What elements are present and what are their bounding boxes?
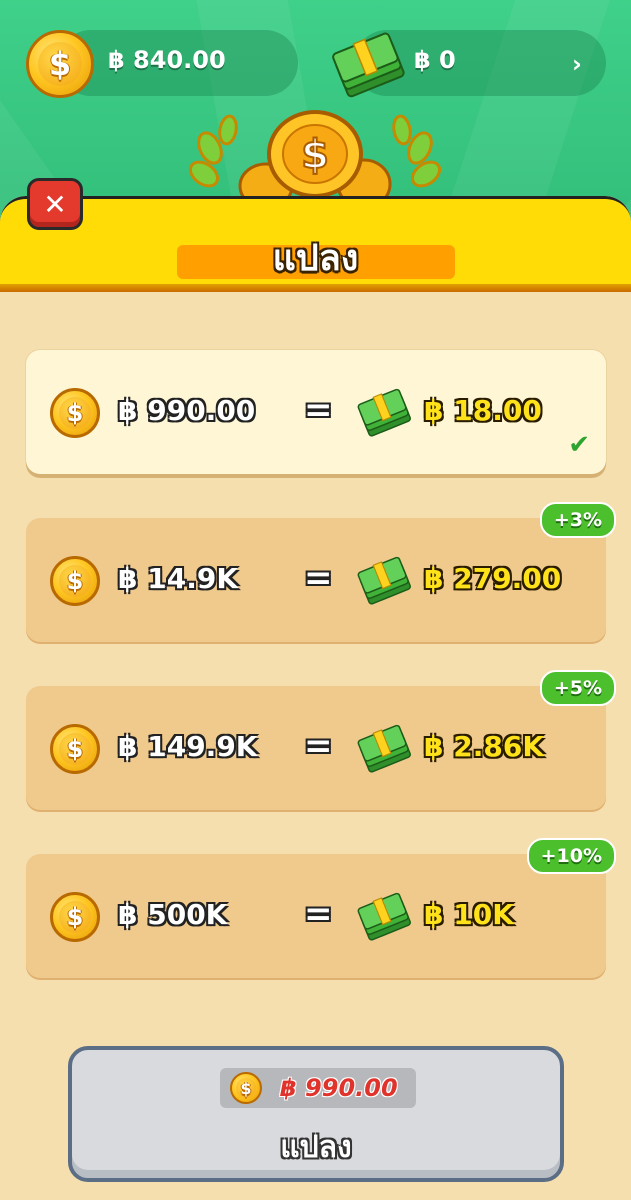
checkmark-icon: ✔ <box>568 430 590 460</box>
cash-stack-icon <box>357 892 411 941</box>
close-button[interactable]: ✕ <box>27 178 83 230</box>
equals-sign: = <box>304 894 333 934</box>
dollar-coin-icon: $ <box>50 892 100 942</box>
coin-amount: ฿ 500K <box>118 898 228 931</box>
conversion-option-4[interactable]: $ ฿ 500K = ฿ 10K +10% <box>26 838 616 978</box>
conversion-option-3[interactable]: $ ฿ 149.9K = ฿ 2.86K +5% <box>26 670 616 810</box>
convert-cost: ฿ 990.00 <box>280 1074 398 1102</box>
bonus-badge: +5% <box>539 670 616 706</box>
cash-stack-icon <box>332 32 405 98</box>
chevron-right-icon[interactable]: › <box>572 50 582 78</box>
coin-trophy-icon: $ <box>188 110 442 206</box>
svg-text:$: $ <box>301 132 329 178</box>
dollar-coin-icon: $ <box>230 1072 262 1104</box>
dollar-coin-icon: $ <box>50 556 100 606</box>
equals-sign: = <box>304 726 333 766</box>
cash-stack-icon <box>357 388 411 437</box>
conversion-option-1[interactable]: $ ฿ 990.00 = ฿ 18.00 ✔ <box>26 350 606 474</box>
equals-sign: = <box>304 390 333 430</box>
dollar-coin-icon: $ <box>50 388 100 438</box>
coin-amount: ฿ 990.00 <box>118 394 256 427</box>
cash-balance: ฿ 0 <box>414 46 456 74</box>
coin-amount: ฿ 14.9K <box>118 562 239 595</box>
convert-button-label: แปลง <box>280 1130 352 1165</box>
dollar-coin-icon: $ <box>50 724 100 774</box>
cash-amount: ฿ 10K <box>424 898 514 931</box>
bonus-badge: +10% <box>526 838 616 874</box>
dollar-coin-icon: $ <box>26 30 94 98</box>
coin-balance: ฿ 840.00 <box>108 46 226 74</box>
cash-amount: ฿ 279.00 <box>424 562 562 595</box>
panel-header: แปลง <box>0 196 631 292</box>
panel-title: แปลง <box>272 238 359 279</box>
equals-sign: = <box>304 558 333 598</box>
coin-amount: ฿ 149.9K <box>118 730 258 763</box>
bonus-badge: +3% <box>539 502 616 538</box>
cash-amount: ฿ 18.00 <box>424 394 542 427</box>
close-icon: ✕ <box>43 187 67 221</box>
cash-amount: ฿ 2.86K <box>424 730 545 763</box>
cash-stack-icon <box>357 724 411 773</box>
conversion-option-2[interactable]: $ ฿ 14.9K = ฿ 279.00 +3% <box>26 502 616 642</box>
cash-stack-icon <box>357 556 411 605</box>
convert-button[interactable]: $ ฿ 990.00 แปลง <box>68 1046 564 1182</box>
cost-pill: $ ฿ 990.00 <box>220 1068 416 1108</box>
